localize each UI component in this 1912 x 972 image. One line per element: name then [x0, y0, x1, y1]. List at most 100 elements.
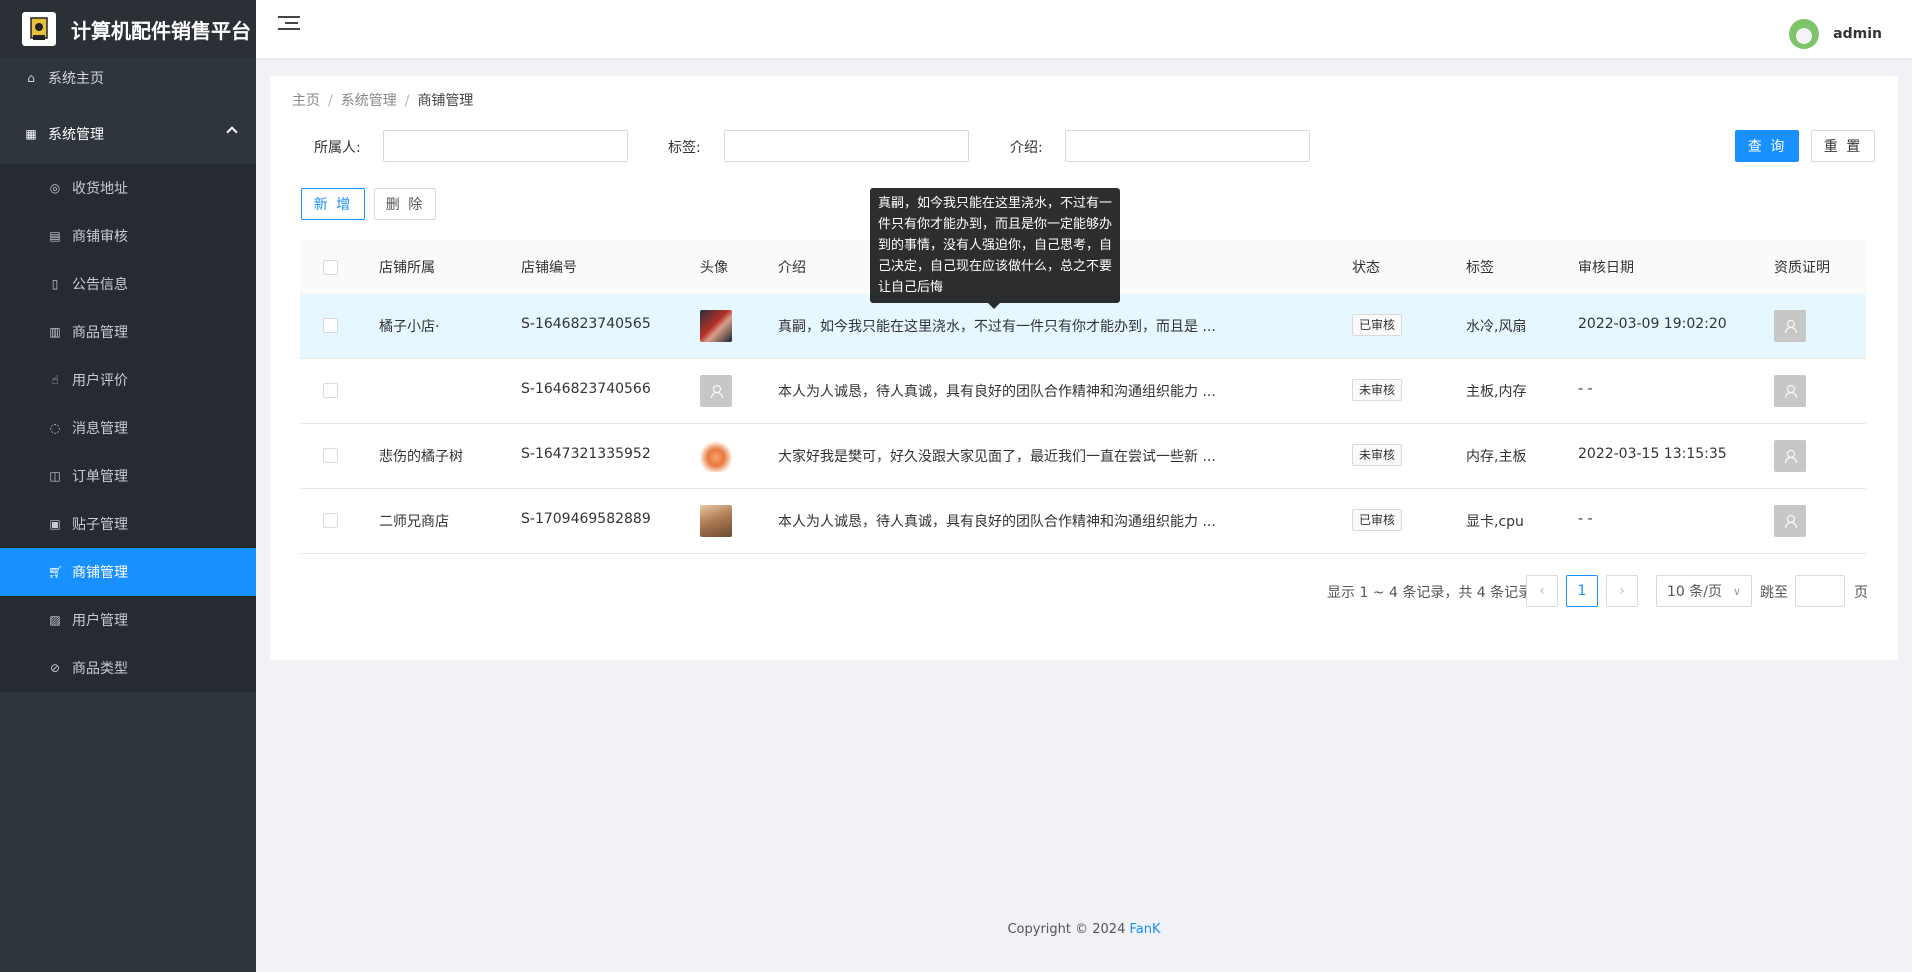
sidebar-item-order[interactable]: ◫ 订单管理 — [0, 452, 256, 500]
sidebar-item-post[interactable]: ▣ 贴子管理 — [0, 500, 256, 548]
delete-button[interactable]: 删 除 — [374, 188, 436, 220]
row-checkbox[interactable] — [323, 383, 338, 398]
sidebar-item-address[interactable]: ◎ 收货地址 — [0, 164, 256, 212]
row-checkbox[interactable] — [323, 448, 338, 463]
sidebar-item-shop-audit[interactable]: ▤ 商铺审核 — [0, 212, 256, 260]
license-image[interactable] — [1774, 310, 1806, 342]
brand: 计算机配件销售平台 — [0, 0, 256, 58]
sidebar-item-notice[interactable]: ▯ 公告信息 — [0, 260, 256, 308]
audit-icon: ▤ — [49, 229, 61, 243]
cell-tags: 内存,主板 — [1466, 449, 1527, 465]
cell-intro[interactable]: 大家好我是樊可，好久没跟大家见面了，最近我们一直在尝试一些新 ... — [778, 446, 1218, 466]
user-placeholder-icon — [1784, 515, 1797, 528]
sidebar-item-category[interactable]: ⊘ 商品类型 — [0, 644, 256, 692]
intro-input[interactable] — [1065, 130, 1310, 162]
shop-avatar-image[interactable] — [700, 310, 732, 342]
table-row[interactable]: 二师兄商店 S-1709469582889 本人为人诚恳，待人真诚，具有良好的团… — [300, 489, 1866, 554]
breadcrumb-home[interactable]: 主页 — [292, 93, 320, 109]
cell-intro[interactable]: 本人为人诚恳，待人真诚，具有良好的团队合作精神和沟通组织能力 ... — [778, 381, 1218, 401]
sidebar-item-label: 用户管理 — [72, 613, 128, 629]
table-row[interactable]: 悲伤的橘子树 S-1647321335952 大家好我是樊可，好久没跟大家见面了… — [300, 424, 1866, 489]
table-row[interactable]: S-1646823740566 本人为人诚恳，待人真诚，具有良好的团队合作精神和… — [300, 359, 1866, 424]
menu-fold-icon[interactable] — [278, 16, 300, 38]
next-page-button[interactable]: › — [1606, 575, 1638, 607]
sidebar-item-label: 公告信息 — [72, 277, 128, 293]
owner-input[interactable] — [383, 130, 628, 162]
shop-avatar-image[interactable] — [700, 375, 732, 407]
cell-tags: 显卡,cpu — [1466, 514, 1524, 530]
query-button[interactable]: 查 询 — [1735, 130, 1799, 162]
page-size-select[interactable]: 10 条/页 ∨ — [1656, 575, 1752, 607]
main-card: 主页 / 系统管理 / 商铺管理 所属人: 标签: 介绍: 查 询 重 置 新 增 删 … — [270, 76, 1898, 660]
select-all-checkbox[interactable] — [323, 260, 338, 275]
sidebar-item-shop[interactable]: 🛒︎ 商铺管理 — [0, 548, 256, 596]
message-icon: ◌ — [49, 421, 61, 435]
copyright-text: Copyright © 2024 — [1007, 922, 1130, 937]
submenu: ◎ 收货地址 ▤ 商铺审核 ▯ 公告信息 ▥ 商品管理 ☝ 用户评价 ◌ 消息管理 ◫ 订单管… — [0, 164, 256, 692]
user-menu[interactable]: admin — [1789, 19, 1882, 49]
table-row[interactable]: 橘子小店· S-1646823740565 真嗣，如今我只能在这里浇水，不过有一… — [300, 294, 1866, 359]
breadcrumb: 主页 / 系统管理 / 商铺管理 — [292, 93, 474, 109]
cell-code: S-1709469582889 — [521, 511, 651, 527]
home-icon: ⌂ — [27, 71, 35, 85]
license-image[interactable] — [1774, 440, 1806, 472]
status-badge: 未审核 — [1352, 444, 1403, 466]
brand-logo — [22, 12, 56, 46]
top-header: admin — [256, 0, 1912, 58]
sidebar-item-review[interactable]: ☝ 用户评价 — [0, 356, 256, 404]
add-button[interactable]: 新 增 — [301, 188, 365, 220]
user-icon: ▨ — [49, 613, 61, 627]
chevron-down-icon: ∨ — [1732, 584, 1741, 598]
pagination-summary: 显示 1 ~ 4 条记录，共 4 条记录 — [1327, 585, 1533, 601]
sidebar-group-system[interactable]: ▦ 系统管理 — [0, 104, 256, 164]
cell-intro[interactable]: 真嗣，如今我只能在这里浇水，不过有一件只有你才能办到，而且是 ... — [778, 316, 1218, 336]
shop-avatar-image[interactable] — [700, 505, 732, 537]
user-placeholder-icon — [1784, 320, 1797, 333]
user-placeholder-icon — [1784, 385, 1797, 398]
cell-code: S-1647321335952 — [521, 446, 651, 462]
sidebar-item-goods[interactable]: ▥ 商品管理 — [0, 308, 256, 356]
cell-intro[interactable]: 本人为人诚恳，待人真诚，具有良好的团队合作精神和沟通组织能力 ... — [778, 511, 1218, 531]
user-placeholder-icon — [710, 385, 723, 398]
search-form: 所属人: 标签: 介绍: 查 询 重 置 — [270, 130, 1898, 162]
tag-label: 标签: — [668, 140, 701, 156]
cell-owner: 悲伤的橘子树 — [379, 449, 463, 465]
sidebar-item-home[interactable]: ⌂ 系统主页 — [0, 58, 256, 98]
col-intro: 介绍 — [778, 260, 806, 276]
col-avatar: 头像 — [700, 260, 728, 276]
sidebar-item-label: 用户评价 — [72, 373, 128, 389]
sidebar-item-label: 系统主页 — [48, 71, 104, 87]
thumb-up-icon: ☝ — [51, 373, 59, 387]
intro-tooltip: 真嗣，如今我只能在这里浇水，不过有一件只有你才能办到，而且是你一定能够办到的事情… — [870, 188, 1120, 309]
cell-audit-date: 2022-03-15 13:15:35 — [1578, 446, 1727, 462]
intro-label: 介绍: — [1010, 140, 1043, 156]
page-number-button[interactable]: 1 — [1566, 575, 1598, 607]
sidebar: 计算机配件销售平台 ⌂ 系统主页 ▦ 系统管理 ◎ 收货地址 ▤ 商铺审核 ▯ 公告信… — [0, 0, 256, 972]
cell-tags: 水冷,风扇 — [1466, 319, 1527, 335]
cell-code: S-1646823740565 — [521, 316, 651, 332]
cell-owner: 橘子小店· — [379, 319, 440, 335]
row-checkbox[interactable] — [323, 318, 338, 333]
footer: Copyright © 2024 FanK — [256, 922, 1912, 937]
app-title: 计算机配件销售平台 — [71, 18, 251, 43]
row-checkbox[interactable] — [323, 513, 338, 528]
cart-icon: 🛒︎ — [48, 565, 64, 579]
jump-page-input[interactable] — [1795, 575, 1845, 607]
col-code: 店铺编号 — [521, 260, 577, 276]
shop-avatar-image[interactable] — [700, 440, 732, 472]
tag-icon: ⊘ — [49, 661, 61, 675]
cell-audit-date: - - — [1578, 381, 1593, 397]
page-size-value: 10 条/页 — [1667, 584, 1722, 600]
sidebar-item-user[interactable]: ▨ 用户管理 — [0, 596, 256, 644]
license-image[interactable] — [1774, 375, 1806, 407]
sidebar-item-label: 贴子管理 — [72, 517, 128, 533]
footer-brand-link[interactable]: FanK — [1130, 922, 1161, 937]
breadcrumb-system[interactable]: 系统管理 — [341, 93, 397, 109]
order-icon: ◫ — [49, 469, 61, 483]
sidebar-item-message[interactable]: ◌ 消息管理 — [0, 404, 256, 452]
prev-page-button[interactable]: ‹ — [1526, 575, 1558, 607]
license-image[interactable] — [1774, 505, 1806, 537]
username: admin — [1833, 26, 1882, 42]
tag-input[interactable] — [724, 130, 969, 162]
reset-button[interactable]: 重 置 — [1811, 130, 1875, 162]
